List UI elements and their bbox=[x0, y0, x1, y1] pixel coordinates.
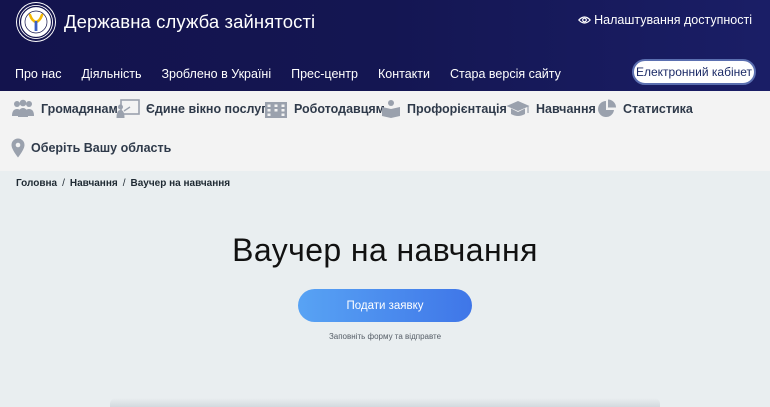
form-hint: Заповніть форму та відправте bbox=[328, 332, 442, 341]
category-label: Роботодавцям bbox=[294, 102, 385, 116]
nav-item-contacts[interactable]: Контакти bbox=[378, 67, 430, 81]
page-title: Ваучер на навчання bbox=[232, 232, 538, 268]
breadcrumb-current: Ваучер на навчання bbox=[130, 178, 231, 189]
breadcrumb-separator: / bbox=[62, 178, 65, 189]
nav-item-made-in-ukraine[interactable]: Зроблено в Україні bbox=[161, 67, 271, 81]
electronic-cabinet-button[interactable]: Електронний кабінет bbox=[632, 59, 756, 85]
accessibility-settings-button[interactable]: Налаштування доступності bbox=[578, 13, 752, 27]
category-education[interactable]: Навчання bbox=[506, 99, 596, 119]
presentation-icon bbox=[116, 99, 140, 119]
category-statistics[interactable]: Статистика bbox=[597, 99, 693, 119]
category-bar: Громадянам Єдине вікно послуг Роботодавц… bbox=[0, 91, 770, 171]
breadcrumb-education[interactable]: Навчання bbox=[70, 178, 118, 189]
category-label: Профорієнтація bbox=[407, 102, 507, 116]
main-nav: Про нас Діяльність Зроблено в Україні Пр… bbox=[15, 67, 581, 81]
nav-item-about[interactable]: Про нас bbox=[15, 67, 61, 81]
region-selector-label: Оберіть Вашу область bbox=[31, 141, 172, 155]
category-label: Навчання bbox=[536, 102, 596, 116]
building-icon bbox=[264, 99, 288, 119]
category-label: Єдине вікно послуг bbox=[146, 102, 267, 116]
nav-item-old-version[interactable]: Стара версія сайту bbox=[450, 67, 561, 81]
breadcrumb: Головна / Навчання / Ваучер на навчання bbox=[16, 178, 230, 189]
content-card-edge bbox=[110, 398, 660, 407]
eye-icon bbox=[578, 15, 592, 25]
submit-application-button[interactable]: Подати заявку bbox=[298, 289, 472, 322]
category-single-window[interactable]: Єдине вікно послуг bbox=[116, 99, 266, 119]
category-label: Громадянам bbox=[41, 102, 118, 116]
nav-item-press-center[interactable]: Прес-центр bbox=[291, 67, 358, 81]
accessibility-settings-label: Налаштування доступності bbox=[594, 13, 752, 27]
people-icon bbox=[11, 99, 35, 119]
breadcrumb-separator: / bbox=[122, 178, 126, 189]
category-citizens[interactable]: Громадянам bbox=[11, 99, 118, 119]
region-selector[interactable]: Оберіть Вашу область bbox=[11, 138, 171, 158]
graduation-cap-icon bbox=[506, 99, 530, 119]
site-title[interactable]: Державна служба зайнятості bbox=[64, 11, 315, 33]
breadcrumb-home[interactable]: Головна bbox=[16, 178, 57, 189]
book-person-icon bbox=[381, 99, 401, 119]
site-header: Державна служба зайнятості Налаштування … bbox=[0, 0, 770, 91]
category-career-guidance[interactable]: Профорієнтація bbox=[381, 99, 507, 119]
pie-chart-icon bbox=[597, 99, 617, 119]
nav-item-activity[interactable]: Діяльність bbox=[81, 67, 141, 81]
logo-emblem-icon[interactable] bbox=[17, 3, 55, 41]
category-employers[interactable]: Роботодавцям bbox=[264, 99, 385, 119]
category-label: Статистика bbox=[623, 102, 693, 116]
location-pin-icon bbox=[11, 138, 25, 158]
